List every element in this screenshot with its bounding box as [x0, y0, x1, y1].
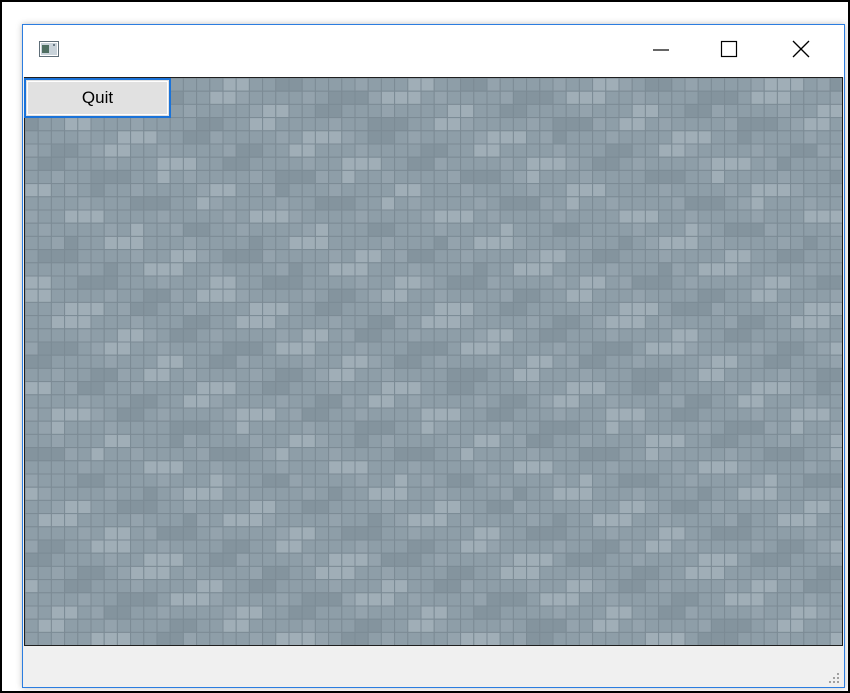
maximize-button[interactable] [699, 25, 759, 77]
tiled-canvas[interactable] [24, 77, 843, 646]
screenshot-frame: Quit [0, 0, 850, 693]
app-window-icon [39, 41, 59, 57]
application-window: Quit [22, 24, 845, 688]
minimize-icon [652, 40, 670, 63]
close-button[interactable] [771, 25, 831, 77]
title-bar[interactable] [23, 25, 844, 77]
close-icon [792, 40, 810, 63]
resize-grip-icon[interactable] [828, 671, 840, 683]
maximize-icon [720, 40, 738, 63]
status-bar [23, 646, 844, 687]
quit-button[interactable]: Quit [24, 78, 171, 118]
grid-pattern [25, 78, 842, 645]
minimize-button[interactable] [631, 25, 691, 77]
